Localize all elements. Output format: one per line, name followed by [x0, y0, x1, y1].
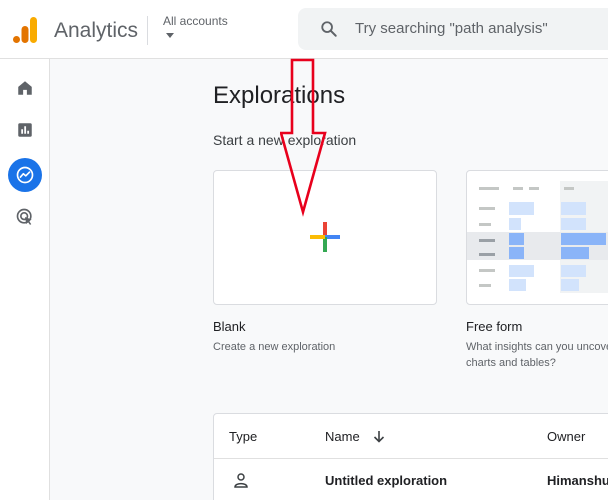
blank-template-desc: Create a new exploration: [213, 341, 336, 353]
table-divider: [214, 458, 608, 459]
header-divider: [147, 16, 148, 45]
nav-reports[interactable]: [8, 113, 42, 147]
search-placeholder: Try searching "path analysis": [355, 20, 548, 37]
column-header-name-label: Name: [325, 429, 360, 444]
free-form-template-card[interactable]: [466, 170, 608, 305]
search-box[interactable]: Try searching "path analysis": [298, 8, 608, 50]
nav-explore[interactable]: [8, 158, 42, 192]
plus-icon: [310, 222, 340, 252]
nav-advertising[interactable]: [8, 200, 42, 234]
explorations-table: Type Name Owner Untitled exploration Him…: [213, 413, 608, 500]
top-bar: Analytics All accounts Try searching "pa…: [0, 0, 608, 59]
free-form-template-desc-line1: What insights can you uncove: [466, 341, 608, 353]
sort-arrow-down-icon: [373, 431, 385, 443]
analytics-logo-icon[interactable]: [13, 17, 37, 43]
account-label: All accounts: [163, 14, 228, 28]
free-form-template-name: Free form: [466, 319, 523, 334]
free-form-preview-icon: [467, 181, 608, 293]
exploration-owner: Himanshu: [547, 473, 608, 488]
column-header-owner: Owner: [547, 429, 586, 444]
search-icon: [321, 21, 337, 37]
advertising-icon: [16, 208, 32, 225]
home-icon: [18, 81, 32, 95]
account-selector[interactable]: All accounts: [163, 14, 228, 38]
caret-down-icon: [166, 33, 174, 38]
app-name: Analytics: [54, 19, 139, 42]
free-form-template-desc-line2: charts and tables?: [466, 357, 556, 369]
left-nav-rail: [0, 59, 50, 500]
explore-icon: [16, 166, 34, 184]
column-header-type: Type: [229, 429, 258, 444]
reports-icon: [18, 123, 32, 137]
person-icon: [234, 473, 248, 488]
blank-template-name: Blank: [213, 319, 246, 334]
annotation-arrow-icon: [280, 58, 327, 217]
column-header-name[interactable]: Name: [325, 429, 385, 444]
exploration-name[interactable]: Untitled exploration: [325, 473, 447, 488]
nav-home[interactable]: [8, 71, 42, 105]
